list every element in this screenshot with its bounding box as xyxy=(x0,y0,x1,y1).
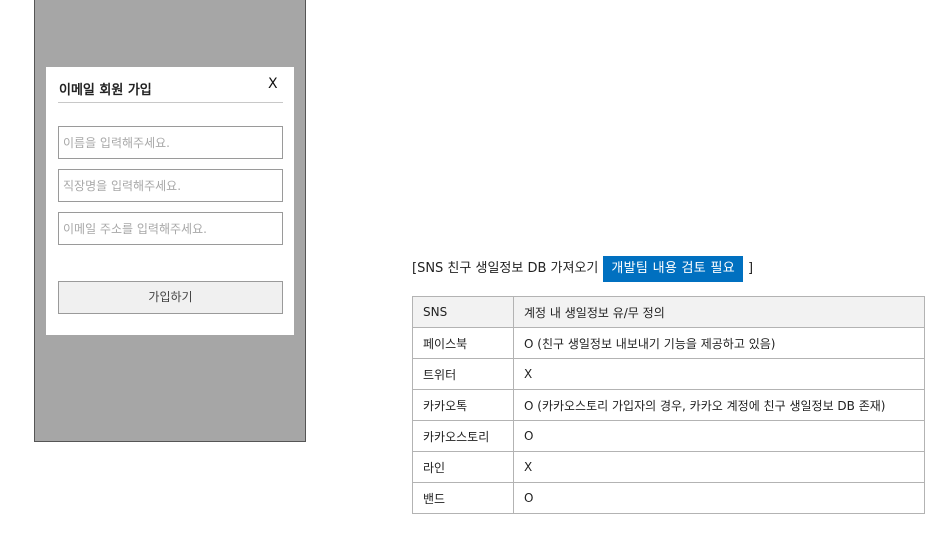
sns-birthday-table: SNS 계정 내 생일정보 유/무 정의 페이스북 O (친구 생일정보 내보내… xyxy=(412,296,925,514)
definition-cell: X xyxy=(513,358,925,390)
table-header-row: SNS 계정 내 생일정보 유/무 정의 xyxy=(412,296,925,328)
header-sns: SNS xyxy=(412,296,514,328)
definition-cell: O xyxy=(513,420,925,452)
heading-text: [SNS 친구 생일정보 DB 가져오기 xyxy=(412,261,599,276)
definition-cell: O (카카오스토리 가입자의 경우, 카카오 계정에 친구 생일정보 DB 존재… xyxy=(513,389,925,421)
sns-name-cell: 라인 xyxy=(412,451,514,483)
definition-cell: X xyxy=(513,451,925,483)
sns-name-cell: 트위터 xyxy=(412,358,514,390)
modal-divider xyxy=(58,102,283,103)
name-input[interactable] xyxy=(58,126,283,159)
definition-cell: O xyxy=(513,482,925,514)
sns-name-cell: 페이스북 xyxy=(412,327,514,359)
sns-name-cell: 카카오톡 xyxy=(412,389,514,421)
sns-name-cell: 밴드 xyxy=(412,482,514,514)
modal-title: 이메일 회원 가입 xyxy=(59,83,152,98)
definition-cell: O (친구 생일정보 내보내기 기능을 제공하고 있음) xyxy=(513,327,925,359)
company-input[interactable] xyxy=(58,169,283,202)
table-row: 트위터 X xyxy=(412,358,925,390)
heading-close-bracket: ] xyxy=(748,261,754,276)
review-badge: 개발팀 내용 검토 필요 xyxy=(603,256,743,282)
sns-name-cell: 카카오스토리 xyxy=(412,420,514,452)
email-signup-modal: 이메일 회원 가입 X 가입하기 xyxy=(46,67,294,335)
signup-button[interactable]: 가입하기 xyxy=(58,281,283,314)
close-button[interactable]: X xyxy=(268,76,278,92)
table-row: 페이스북 O (친구 생일정보 내보내기 기능을 제공하고 있음) xyxy=(412,327,925,359)
table-row: 카카오스토리 O xyxy=(412,420,925,452)
table-row: 카카오톡 O (카카오스토리 가입자의 경우, 카카오 계정에 친구 생일정보 … xyxy=(412,389,925,421)
table-row: 밴드 O xyxy=(412,482,925,514)
header-definition: 계정 내 생일정보 유/무 정의 xyxy=(513,296,925,328)
spec-heading: [SNS 친구 생일정보 DB 가져오기 개발팀 내용 검토 필요] xyxy=(412,256,753,282)
table-row: 라인 X xyxy=(412,451,925,483)
email-input[interactable] xyxy=(58,212,283,245)
